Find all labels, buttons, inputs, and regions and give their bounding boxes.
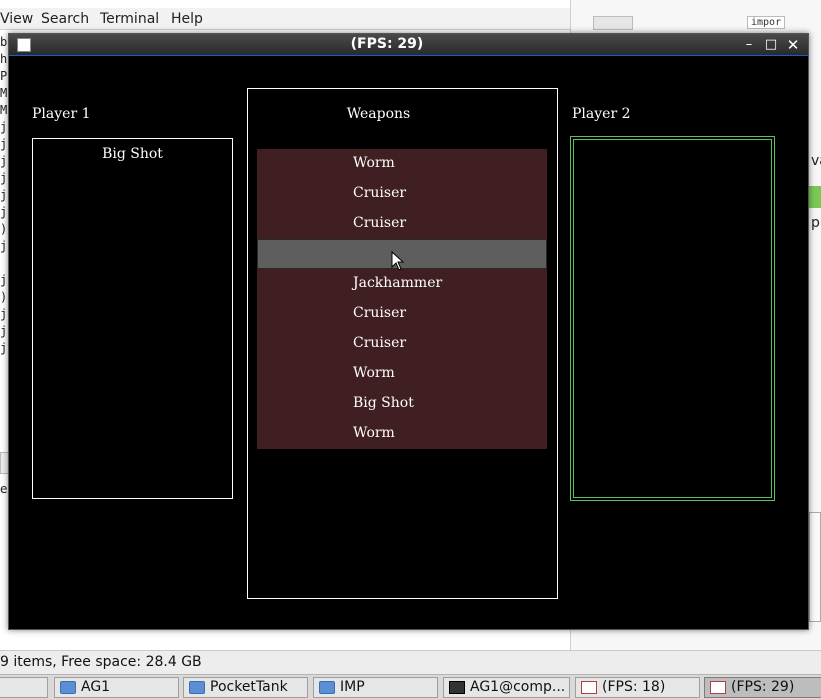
weapons-panel: Weapons Worm Cruiser Cruiser Jackhammer Crui… (247, 88, 558, 599)
folder-icon (189, 681, 205, 694)
green-indicator (809, 186, 821, 208)
weapon-item[interactable]: Worm (257, 419, 547, 449)
weapon-item[interactable]: Jackhammer (257, 269, 547, 299)
weapon-item[interactable]: Big Shot (257, 389, 547, 419)
background-text-he: e (0, 482, 8, 496)
background-text-va: va (811, 153, 821, 169)
window-title: (FPS: 29) (350, 36, 424, 52)
background-right-panel (809, 512, 821, 622)
player1-label: Player 1 (32, 106, 91, 122)
close-button[interactable]: ✕ (785, 36, 801, 54)
mouse-cursor-icon (391, 251, 405, 271)
taskbar-item-label: (FPS: 18) (602, 679, 666, 695)
weapon-item-label: Worm (353, 365, 395, 381)
java-icon (710, 681, 726, 694)
taskbar-item-imp[interactable]: IMP (313, 677, 438, 698)
weapon-item[interactable]: Worm (257, 359, 547, 389)
player1-weapon-panel[interactable]: Big Shot (32, 138, 233, 499)
background-menubar: View Search Terminal Help (0, 8, 570, 30)
file-manager-statusbar: 9 items, Free space: 28.4 GB (0, 650, 821, 674)
taskbar-item-fps18[interactable]: (FPS: 18) (575, 677, 700, 698)
weapon-item-label: Cruiser (353, 335, 407, 351)
background-text-pr: pr (811, 215, 821, 231)
desktop: View Search Terminal Help b h P M Mj j j j j j) j j… (0, 0, 821, 699)
player2-weapon-panel-inner (573, 139, 772, 498)
weapon-item-label: Jackhammer (353, 275, 443, 291)
weapon-item-label: Cruiser (353, 305, 407, 321)
window-titlebar[interactable]: (FPS: 29) – □ ✕ (9, 34, 808, 56)
weapon-item[interactable]: Worm (257, 149, 547, 179)
file-icon (593, 16, 633, 30)
taskbar-item-label: IMP (340, 679, 365, 695)
taskbar-item-fps29[interactable]: (FPS: 29) (704, 677, 821, 698)
menu-search[interactable]: Search (41, 11, 89, 27)
file-badge: impor (747, 16, 786, 29)
menu-help[interactable]: Help (171, 11, 203, 27)
weapon-item-label: Worm (353, 425, 395, 441)
taskbar-item-label: (FPS: 29) (731, 679, 795, 695)
terminal-icon (449, 681, 465, 694)
taskbar-item-label: AG1@comp... (470, 679, 566, 695)
folder-icon (319, 681, 335, 694)
taskbar-item-terminal[interactable]: AG1@comp... (443, 677, 570, 698)
weapon-item-label: Cruiser (353, 185, 407, 201)
weapon-item[interactable]: Cruiser (257, 209, 547, 239)
minimize-button[interactable]: – (741, 36, 757, 54)
folder-icon (60, 681, 76, 694)
weapons-title: Weapons (346, 106, 411, 122)
taskbar-item-ag1[interactable]: AG1 (54, 677, 179, 698)
taskbar: AG1 PocketTank IMP AG1@comp... (FPS: 18)… (0, 674, 821, 699)
taskbar-item-pockettank[interactable]: PocketTank (183, 677, 308, 698)
player2-weapon-panel[interactable] (570, 136, 775, 501)
taskbar-item-label: PocketTank (210, 679, 288, 695)
menu-terminal[interactable]: Terminal (100, 11, 159, 27)
status-text: 9 items, Free space: 28.4 GB (0, 654, 202, 670)
weapon-item[interactable]: Cruiser (257, 179, 547, 209)
java-icon (581, 681, 597, 694)
player1-weapon[interactable]: Big Shot (33, 146, 232, 162)
weapon-item-label: Cruiser (353, 215, 407, 231)
maximize-button[interactable]: □ (763, 36, 779, 54)
taskbar-item-label: AG1 (81, 679, 111, 695)
weapons-list: Worm Cruiser Cruiser Jackhammer Cruiser Cruis… (257, 149, 547, 449)
game-window: (FPS: 29) – □ ✕ Player 1 Big Shot Weapon… (8, 33, 809, 630)
player2-label: Player 2 (572, 106, 631, 122)
game-canvas[interactable]: Player 1 Big Shot Weapons Worm Cruiser Cru… (9, 57, 808, 629)
taskbar-item-blank[interactable] (0, 677, 48, 698)
menu-view[interactable]: View (0, 11, 33, 27)
weapon-item-label: Big Shot (353, 395, 414, 411)
weapon-item[interactable]: Cruiser (257, 329, 547, 359)
weapon-item-label: Worm (353, 155, 395, 171)
weapon-item[interactable]: Cruiser (257, 299, 547, 329)
